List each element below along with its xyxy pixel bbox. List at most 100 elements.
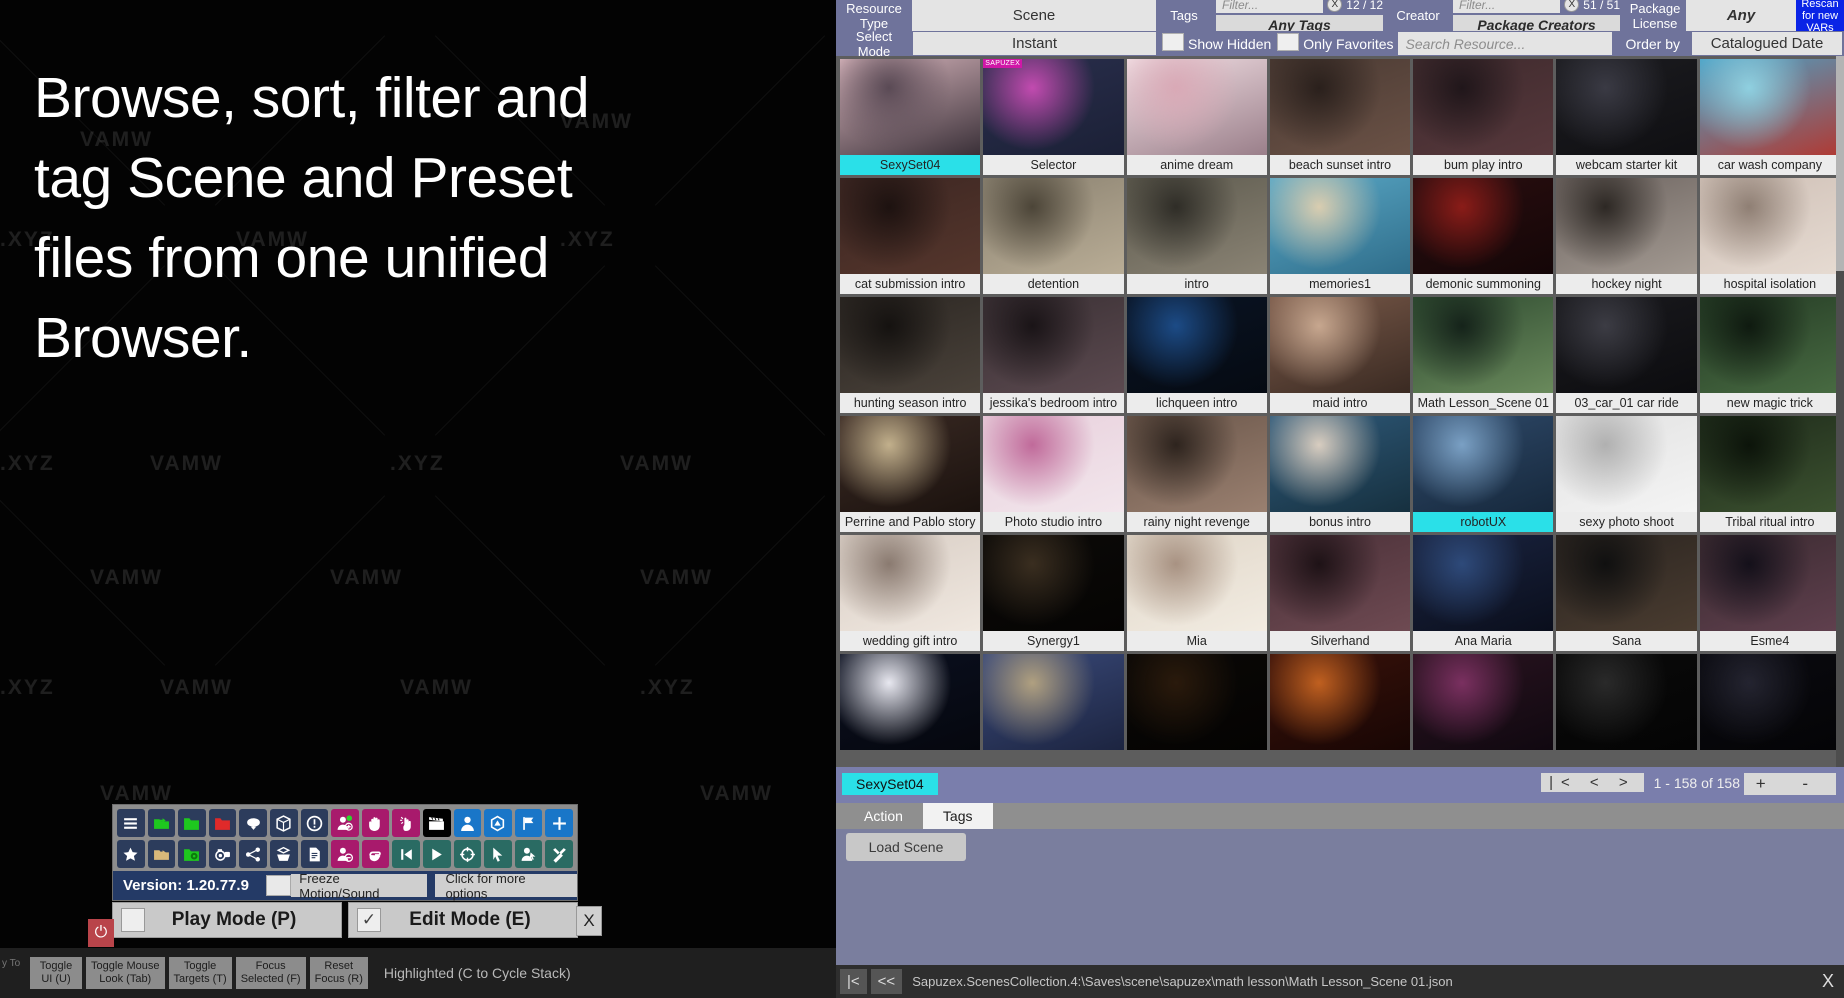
thumbnail-cell[interactable]: cat submission intro — [840, 178, 981, 294]
more-options-button[interactable]: Click for more options — [435, 871, 577, 901]
thumbnail-cell[interactable] — [840, 654, 981, 750]
thumbnail-image[interactable] — [1126, 59, 1267, 155]
thumbnail-image[interactable] — [840, 59, 981, 155]
thumbnail-cell[interactable]: Math Lesson_Scene 01 — [1413, 297, 1554, 413]
favorite-star-icon[interactable] — [117, 840, 145, 868]
thumbnail-cell[interactable]: sexy photo shoot — [1556, 416, 1697, 532]
thumbnail-image[interactable]: SAPUZEX — [983, 59, 1124, 155]
thumbnail-image[interactable] — [983, 535, 1124, 631]
thumbnail-cell[interactable]: rainy night revenge — [1126, 416, 1267, 532]
thumbnail-cell[interactable]: Photo studio intro — [983, 416, 1124, 532]
tab-action[interactable]: Action — [844, 803, 923, 829]
creator-clear-icon[interactable]: X — [1564, 0, 1580, 12]
thumbnail-image[interactable] — [1699, 297, 1840, 393]
file-icon[interactable] — [300, 840, 329, 868]
thumbnail-image[interactable] — [1413, 654, 1554, 750]
freeze-motion-label[interactable]: Freeze Motion/Sound — [291, 871, 428, 901]
creator-filter-group[interactable]: Filter... X 51 / 51 Package Creators — [1449, 0, 1624, 35]
clapperboard-icon[interactable] — [422, 809, 451, 837]
mode-row[interactable]: Play Mode (P) ✓ Edit Mode (E) — [112, 902, 578, 938]
thumbnail-cell[interactable]: intro — [1126, 178, 1267, 294]
resource-type-value[interactable]: Scene — [912, 0, 1156, 31]
tab-tags[interactable]: Tags — [922, 803, 993, 829]
thumbnail-image[interactable] — [1269, 178, 1411, 274]
thumbnail-grid-container[interactable]: SexySet04 SAPUZEX Selector anime dream beach… — [836, 56, 1844, 767]
thumbnail-size-buttons[interactable]: + - — [1743, 773, 1836, 795]
thumbnail-cell[interactable] — [1413, 654, 1554, 750]
merge-load-icon[interactable] — [147, 840, 176, 868]
thumbnail-cell[interactable]: Silverhand — [1269, 535, 1411, 651]
thumbnail-image[interactable] — [1269, 654, 1411, 750]
thumbnail-cell[interactable]: new magic trick — [1699, 297, 1840, 413]
thumbnail-cell[interactable]: Synergy1 — [983, 535, 1124, 651]
thumbnail-image[interactable] — [1126, 535, 1267, 631]
only-favorites-checkbox[interactable] — [1277, 33, 1300, 51]
edit-mode-checkbox[interactable]: ✓ — [357, 908, 381, 932]
thumbnail-cell[interactable]: Sana — [1556, 535, 1697, 651]
package-license-value[interactable]: Any — [1686, 0, 1796, 31]
add-atom-icon[interactable] — [545, 809, 573, 837]
thumbnail-cell[interactable] — [1699, 654, 1840, 750]
thumbnail-image[interactable] — [983, 654, 1124, 750]
thumbnail-image[interactable] — [1269, 416, 1411, 512]
path-first-button[interactable]: |< — [840, 969, 867, 994]
edit-mode-button[interactable]: ✓ Edit Mode (E) — [348, 902, 578, 938]
thumbnail-image[interactable] — [1269, 535, 1411, 631]
thumbnail-cell[interactable]: wedding gift intro — [840, 535, 981, 651]
order-by-value[interactable]: Catalogued Date — [1692, 32, 1842, 55]
hand-icon[interactable] — [361, 809, 390, 837]
thumbnail-cell[interactable]: bonus intro — [1269, 416, 1411, 532]
thumbnail-image[interactable] — [1699, 59, 1840, 155]
thumbnail-image[interactable] — [1413, 59, 1554, 155]
thumbnail-image[interactable] — [1556, 654, 1697, 750]
thumbnail-cell[interactable]: robotUX — [1413, 416, 1554, 532]
hint-button[interactable]: Toggle Targets (T) — [168, 957, 232, 989]
menu-icon[interactable] — [117, 809, 145, 837]
thumbnail-cell[interactable]: jessika's bedroom intro — [983, 297, 1124, 413]
path-back-button[interactable]: << — [870, 969, 903, 994]
load-scene-icon[interactable] — [147, 809, 176, 837]
show-hidden-label[interactable]: Show Hidden — [1188, 31, 1271, 56]
thumbnail-image[interactable] — [1699, 654, 1840, 750]
thumbnail-image[interactable] — [1269, 297, 1411, 393]
thumbnail-cell[interactable]: maid intro — [1269, 297, 1411, 413]
thumbnail-image[interactable] — [1269, 59, 1411, 155]
thumbnail-image[interactable] — [983, 178, 1124, 274]
pagination-buttons[interactable]: |< < > — [1541, 773, 1644, 792]
thumbnail-image[interactable] — [840, 654, 981, 750]
thumbnail-grid[interactable]: SexySet04 SAPUZEX Selector anime dream beach… — [836, 56, 1844, 753]
thumbnail-cell[interactable]: hospital isolation — [1699, 178, 1840, 294]
search-resource-input[interactable]: Search Resource... — [1397, 32, 1612, 55]
thumbnail-cell[interactable]: hockey night — [1556, 178, 1697, 294]
thumbnail-cell[interactable]: Esme4 — [1699, 535, 1840, 651]
grid-scrollbar-thumb[interactable] — [1836, 56, 1844, 271]
thumbnail-cell[interactable]: hunting season intro — [840, 297, 981, 413]
play-icon[interactable] — [422, 840, 451, 868]
thumbnail-image[interactable] — [1126, 654, 1267, 750]
thumbnail-image[interactable] — [1699, 535, 1840, 631]
thumbnail-cell[interactable]: SAPUZEX Selector — [983, 59, 1124, 175]
tags-filter-group[interactable]: Filter... X 12 / 12 Any Tags — [1212, 0, 1387, 35]
hint-button[interactable]: Reset Focus (R) — [309, 957, 368, 989]
thumbnail-image[interactable] — [1699, 416, 1840, 512]
creator-filter-input[interactable]: Filter... — [1453, 0, 1561, 13]
close-button[interactable]: X — [576, 906, 602, 936]
thumbnail-image[interactable] — [840, 535, 981, 631]
remove-person-icon[interactable] — [331, 840, 359, 868]
thumbnail-image[interactable] — [1556, 416, 1697, 512]
flag-icon[interactable] — [514, 809, 543, 837]
thumbnail-cell[interactable] — [1126, 654, 1267, 750]
skip-back-icon[interactable] — [392, 840, 420, 868]
screenshot-icon[interactable] — [208, 840, 237, 868]
path-close-button[interactable]: X — [1822, 971, 1834, 992]
thumbnail-cell[interactable]: Tribal ritual intro — [1699, 416, 1840, 532]
thumbnail-image[interactable] — [1413, 297, 1554, 393]
thumbnail-cell[interactable]: webcam starter kit — [1556, 59, 1697, 175]
open-folder-icon[interactable] — [178, 809, 206, 837]
play-mode-checkbox[interactable] — [121, 908, 145, 932]
hint-button[interactable]: Focus Selected (F) — [235, 957, 306, 989]
only-favorites-label[interactable]: Only Favorites — [1303, 31, 1393, 56]
grid-scrollbar[interactable] — [1836, 56, 1844, 767]
thumbnail-cell[interactable] — [1269, 654, 1411, 750]
thumbnail-image[interactable] — [1413, 178, 1554, 274]
